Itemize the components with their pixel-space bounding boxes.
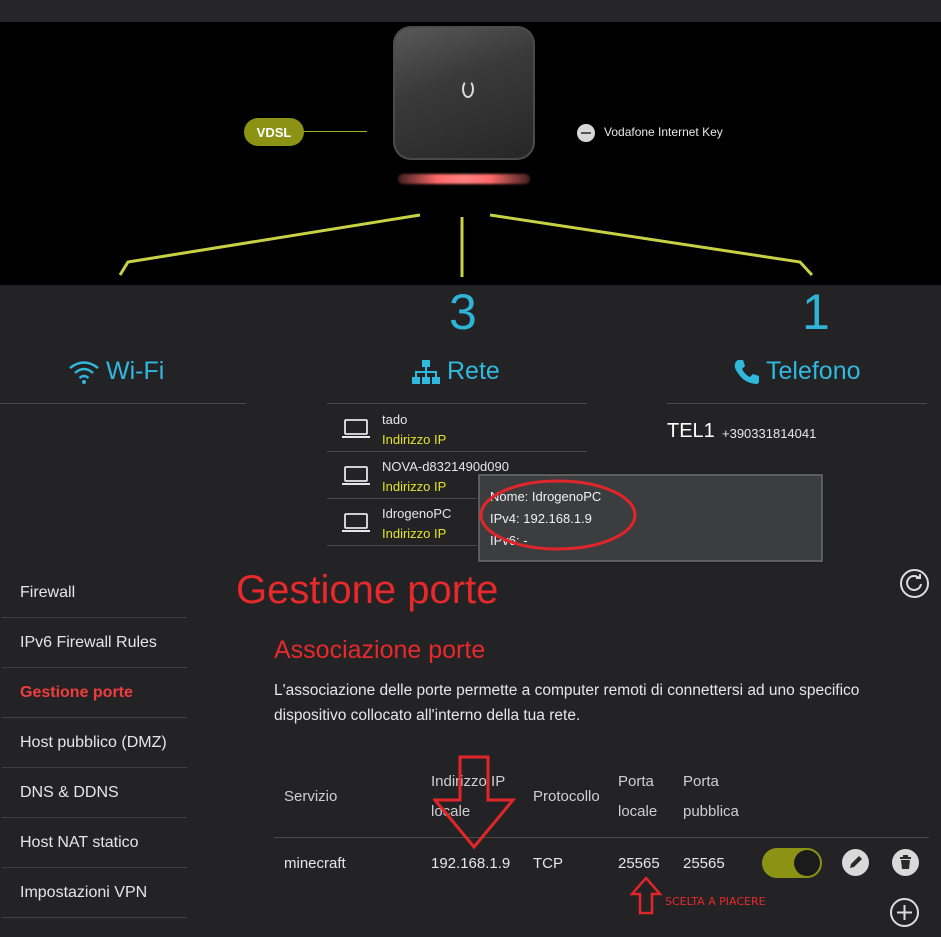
tel-line-name: TEL1 bbox=[667, 420, 715, 442]
cell-porta-pubblica: 25565 bbox=[683, 855, 725, 872]
tab-wifi-label: Wi-Fi bbox=[106, 357, 165, 385]
add-button[interactable] bbox=[890, 898, 919, 927]
vodafone-logo-icon bbox=[462, 80, 474, 98]
edit-icon bbox=[850, 856, 862, 868]
minus-icon bbox=[577, 124, 595, 142]
tel-number: +390331814041 bbox=[722, 426, 817, 441]
col-header-porta-pubblica: Porta pubblica bbox=[683, 767, 739, 827]
vdsl-badge[interactable]: VDSL bbox=[244, 118, 304, 146]
section-title: Associazione porte bbox=[274, 636, 486, 664]
down-arrow-annotation bbox=[433, 755, 517, 850]
cell-porta-locale: 25565 bbox=[618, 855, 660, 872]
tab-rete-label: Rete bbox=[447, 357, 500, 385]
annotation-note: SCELTA A PIACERE bbox=[665, 895, 766, 908]
tab-rete[interactable]: Rete bbox=[411, 357, 500, 386]
refresh-icon bbox=[906, 574, 922, 591]
cell-indirizzo-ip: 192.168.1.9 bbox=[431, 855, 511, 872]
sidebar-item-dns-ddns[interactable]: DNS & DDNS bbox=[2, 769, 187, 818]
sidebar-item-gestione-porte[interactable]: Gestione porte bbox=[2, 669, 187, 718]
tab-telefono-label: Telefono bbox=[766, 357, 861, 385]
network-icon bbox=[412, 359, 440, 384]
laptop-icon bbox=[342, 466, 370, 485]
cell-servizio: minecraft bbox=[284, 855, 346, 872]
description-line: dispositivo collocato all'interno della … bbox=[274, 707, 581, 724]
device-row[interactable]: tado Indirizzo IP bbox=[327, 405, 587, 452]
device-ip-label[interactable]: Indirizzo IP bbox=[382, 432, 446, 447]
device-ip-label[interactable]: Indirizzo IP bbox=[382, 526, 446, 541]
telefono-count: 1 bbox=[802, 284, 830, 340]
delete-button[interactable] bbox=[892, 849, 919, 876]
up-arrow-annotation bbox=[629, 876, 663, 915]
col-header-line: pubblica bbox=[683, 803, 739, 820]
col-header-line: locale bbox=[618, 803, 658, 820]
sidebar-item-host-nat-statico[interactable]: Host NAT statico bbox=[2, 819, 187, 868]
sidebar-item-firewall[interactable]: Firewall bbox=[2, 569, 187, 618]
router-led bbox=[398, 174, 530, 184]
table-row bbox=[274, 840, 929, 888]
col-header-protocollo: Protocollo bbox=[533, 788, 600, 805]
red-highlight-ellipse bbox=[479, 479, 637, 551]
trash-icon bbox=[900, 855, 911, 869]
device-name: tado bbox=[382, 412, 408, 427]
cell-protocollo: TCP bbox=[533, 855, 563, 872]
edit-button[interactable] bbox=[842, 849, 869, 876]
col-header-servizio: Servizio bbox=[284, 788, 338, 805]
laptop-icon bbox=[342, 513, 370, 532]
device-ip-label[interactable]: Indirizzo IP bbox=[382, 479, 446, 494]
telefono-divider bbox=[667, 403, 927, 404]
laptop-icon bbox=[342, 419, 370, 438]
section-description: L'associazione delle porte permette a co… bbox=[274, 678, 894, 728]
rete-count: 3 bbox=[449, 284, 477, 340]
device-name: NOVA-d8321490d090 bbox=[382, 459, 509, 474]
phone-icon bbox=[734, 359, 759, 384]
table-header-divider bbox=[274, 837, 929, 838]
tab-wifi[interactable]: Wi-Fi bbox=[68, 357, 164, 386]
sidebar-item-ipv6-firewall-rules[interactable]: IPv6 Firewall Rules bbox=[2, 619, 187, 668]
sidebar-item-host-pubblico[interactable]: Host pubblico (DMZ) bbox=[2, 719, 187, 768]
col-header-porta-locale: Porta locale bbox=[618, 767, 657, 827]
wifi-icon bbox=[69, 360, 99, 384]
sidebar-item-impostazioni-vpn[interactable]: Impostazioni VPN bbox=[2, 869, 187, 918]
vdsl-connector bbox=[304, 131, 367, 132]
col-header-line: Porta bbox=[618, 773, 654, 790]
tab-telefono[interactable]: Telefono bbox=[732, 357, 861, 386]
toggle-knob bbox=[794, 850, 820, 876]
col-header-line: Porta bbox=[683, 773, 719, 790]
wifi-divider bbox=[0, 403, 246, 404]
top-bar bbox=[0, 0, 941, 22]
internet-key-label: Vodafone Internet Key bbox=[604, 125, 723, 139]
rete-divider bbox=[327, 403, 587, 404]
plus-icon bbox=[897, 905, 912, 920]
device-name: IdrogenoPC bbox=[382, 506, 452, 521]
description-line: L'associazione delle porte permette a co… bbox=[274, 682, 860, 699]
page-title: Gestione porte bbox=[236, 568, 499, 612]
refresh-button[interactable] bbox=[900, 569, 929, 598]
